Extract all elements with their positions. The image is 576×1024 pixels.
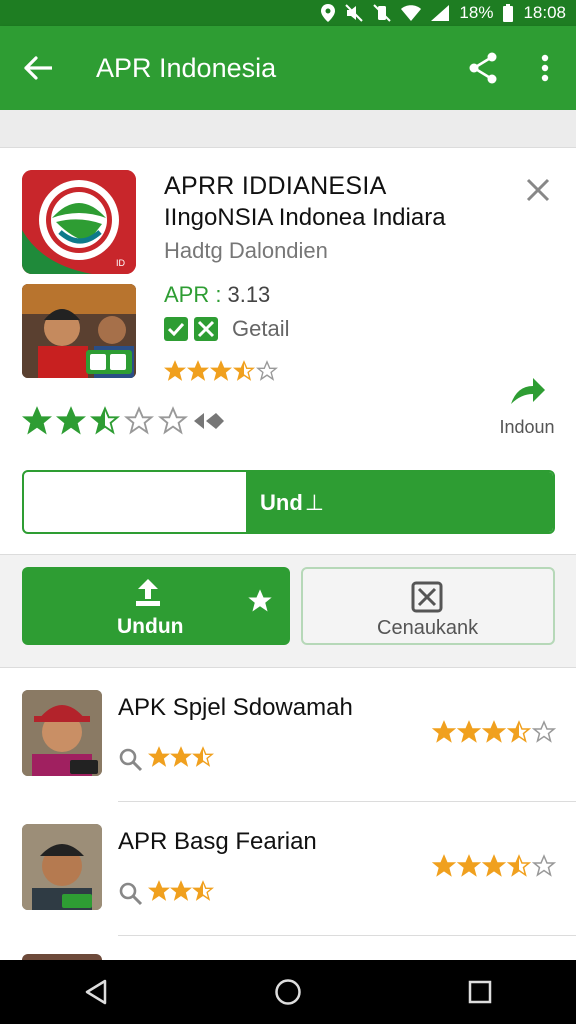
big-rating-stars[interactable] xyxy=(22,406,226,436)
upload-icon xyxy=(132,577,164,614)
nav-home-button[interactable] xyxy=(248,960,328,1024)
star-icon xyxy=(482,720,506,743)
list-item-meta-stars xyxy=(147,880,215,907)
list-item-partial[interactable] xyxy=(0,936,576,960)
nav-back-button[interactable] xyxy=(56,960,136,1024)
star-icon xyxy=(147,746,171,767)
star-icon xyxy=(169,880,193,901)
star-icon xyxy=(432,720,456,743)
star-icon xyxy=(507,720,531,743)
download-progress-bar[interactable]: Und⊥ xyxy=(22,470,555,534)
star-icon xyxy=(164,360,186,381)
app-icon[interactable]: ID xyxy=(22,170,136,274)
star-icon xyxy=(532,720,556,743)
detail-label: Getail xyxy=(232,316,290,341)
edit-box-icon xyxy=(411,581,443,618)
star-icon xyxy=(191,880,215,901)
app-developer[interactable]: Hadtg Dalondien xyxy=(164,238,328,264)
download-label: Und⊥ xyxy=(260,490,324,515)
mute-icon xyxy=(345,4,364,22)
star-icon xyxy=(432,854,456,877)
app-detail-card: ID APRR IDDIANESIA IIngoNSIA Indonea Ind… xyxy=(0,148,576,554)
tools-icon xyxy=(194,317,218,341)
star-icon xyxy=(256,360,278,381)
list-item-title: APR Basg Fearian xyxy=(118,828,317,855)
search-icon xyxy=(119,882,143,905)
star-icon xyxy=(482,854,506,877)
star-icon xyxy=(532,854,556,877)
nav-recents-button[interactable] xyxy=(440,960,520,1024)
app-name: APRR IDDIANESIA xyxy=(164,172,387,200)
clock: 18:08 xyxy=(523,3,566,22)
list-item-meta xyxy=(118,746,215,773)
install-side-button[interactable]: Indoun xyxy=(494,374,560,442)
status-bar: 18% 18:08 xyxy=(0,0,576,26)
svg-text:ID: ID xyxy=(116,258,126,268)
system-nav-bar xyxy=(0,960,576,1024)
back-triangle-icon xyxy=(85,979,107,1005)
top-spacer xyxy=(0,110,576,148)
signal-icon xyxy=(431,5,450,21)
star-icon xyxy=(124,406,154,435)
star-icon xyxy=(191,746,215,767)
download-button-label: Undun xyxy=(117,615,184,638)
list-item[interactable]: APK Spjel Sdowamah xyxy=(0,668,576,802)
wifi-icon xyxy=(401,5,422,21)
star-icon xyxy=(187,360,209,381)
star-icon xyxy=(457,720,481,743)
star-icon xyxy=(158,406,188,435)
check-icon xyxy=(164,317,188,341)
version-label: APR : xyxy=(164,282,222,307)
install-side-label: Indoun xyxy=(499,417,555,437)
list-item-thumbnail xyxy=(22,690,102,776)
search-icon xyxy=(119,748,143,771)
vibrate-icon xyxy=(373,4,392,22)
star-icon xyxy=(210,360,232,381)
list-item[interactable]: APR Basg Fearian xyxy=(0,802,576,936)
secondary-action-button[interactable]: Cenaukank xyxy=(301,567,555,645)
share-button[interactable] xyxy=(452,26,514,110)
reviews-icon xyxy=(194,413,224,429)
list-item-thumbnail xyxy=(22,824,102,910)
home-circle-icon xyxy=(275,979,301,1005)
star-icon xyxy=(90,406,120,435)
share-icon xyxy=(469,52,497,84)
list-item-rating xyxy=(432,720,556,744)
star-icon xyxy=(147,880,171,901)
favorite-star-icon[interactable] xyxy=(246,587,274,620)
action-buttons: Undun Cenaukank xyxy=(0,555,576,667)
star-icon xyxy=(507,854,531,877)
more-options-button[interactable] xyxy=(514,26,576,110)
close-icon xyxy=(526,178,550,202)
app-subtitle: IIngoNSIA Indonea Indiara xyxy=(164,204,446,231)
star-icon xyxy=(22,406,52,435)
small-rating-stars xyxy=(164,360,278,382)
download-button[interactable]: Undun xyxy=(22,567,290,645)
recents-square-icon xyxy=(468,980,492,1004)
more-vert-icon xyxy=(541,54,549,82)
battery-percent: 18% xyxy=(459,3,494,22)
star-icon xyxy=(457,854,481,877)
dismiss-button[interactable] xyxy=(520,172,556,208)
version-row: APR :3.13 xyxy=(164,282,270,308)
star-icon xyxy=(233,360,255,381)
list-item-title: APK Spjel Sdowamah xyxy=(118,694,353,721)
list-item-rating xyxy=(432,854,556,878)
secondary-button-label: Cenaukank xyxy=(377,617,479,639)
list-item-meta-stars xyxy=(147,746,215,773)
battery-icon xyxy=(503,4,514,22)
download-cursor-icon: ⊥ xyxy=(304,490,324,515)
page-title: APR Indonesia xyxy=(96,52,277,83)
star-icon xyxy=(169,746,193,767)
detail-row[interactable]: Getail xyxy=(164,316,289,342)
star-icon xyxy=(56,406,86,435)
back-button[interactable] xyxy=(0,26,76,110)
install-arrow-icon xyxy=(511,378,545,404)
back-arrow-icon xyxy=(24,56,52,80)
location-icon xyxy=(321,4,336,22)
app-screenshot[interactable] xyxy=(22,284,136,378)
app-bar: APR Indonesia xyxy=(0,26,576,110)
list-item-meta xyxy=(118,880,215,907)
version-number: 3.13 xyxy=(227,282,271,307)
